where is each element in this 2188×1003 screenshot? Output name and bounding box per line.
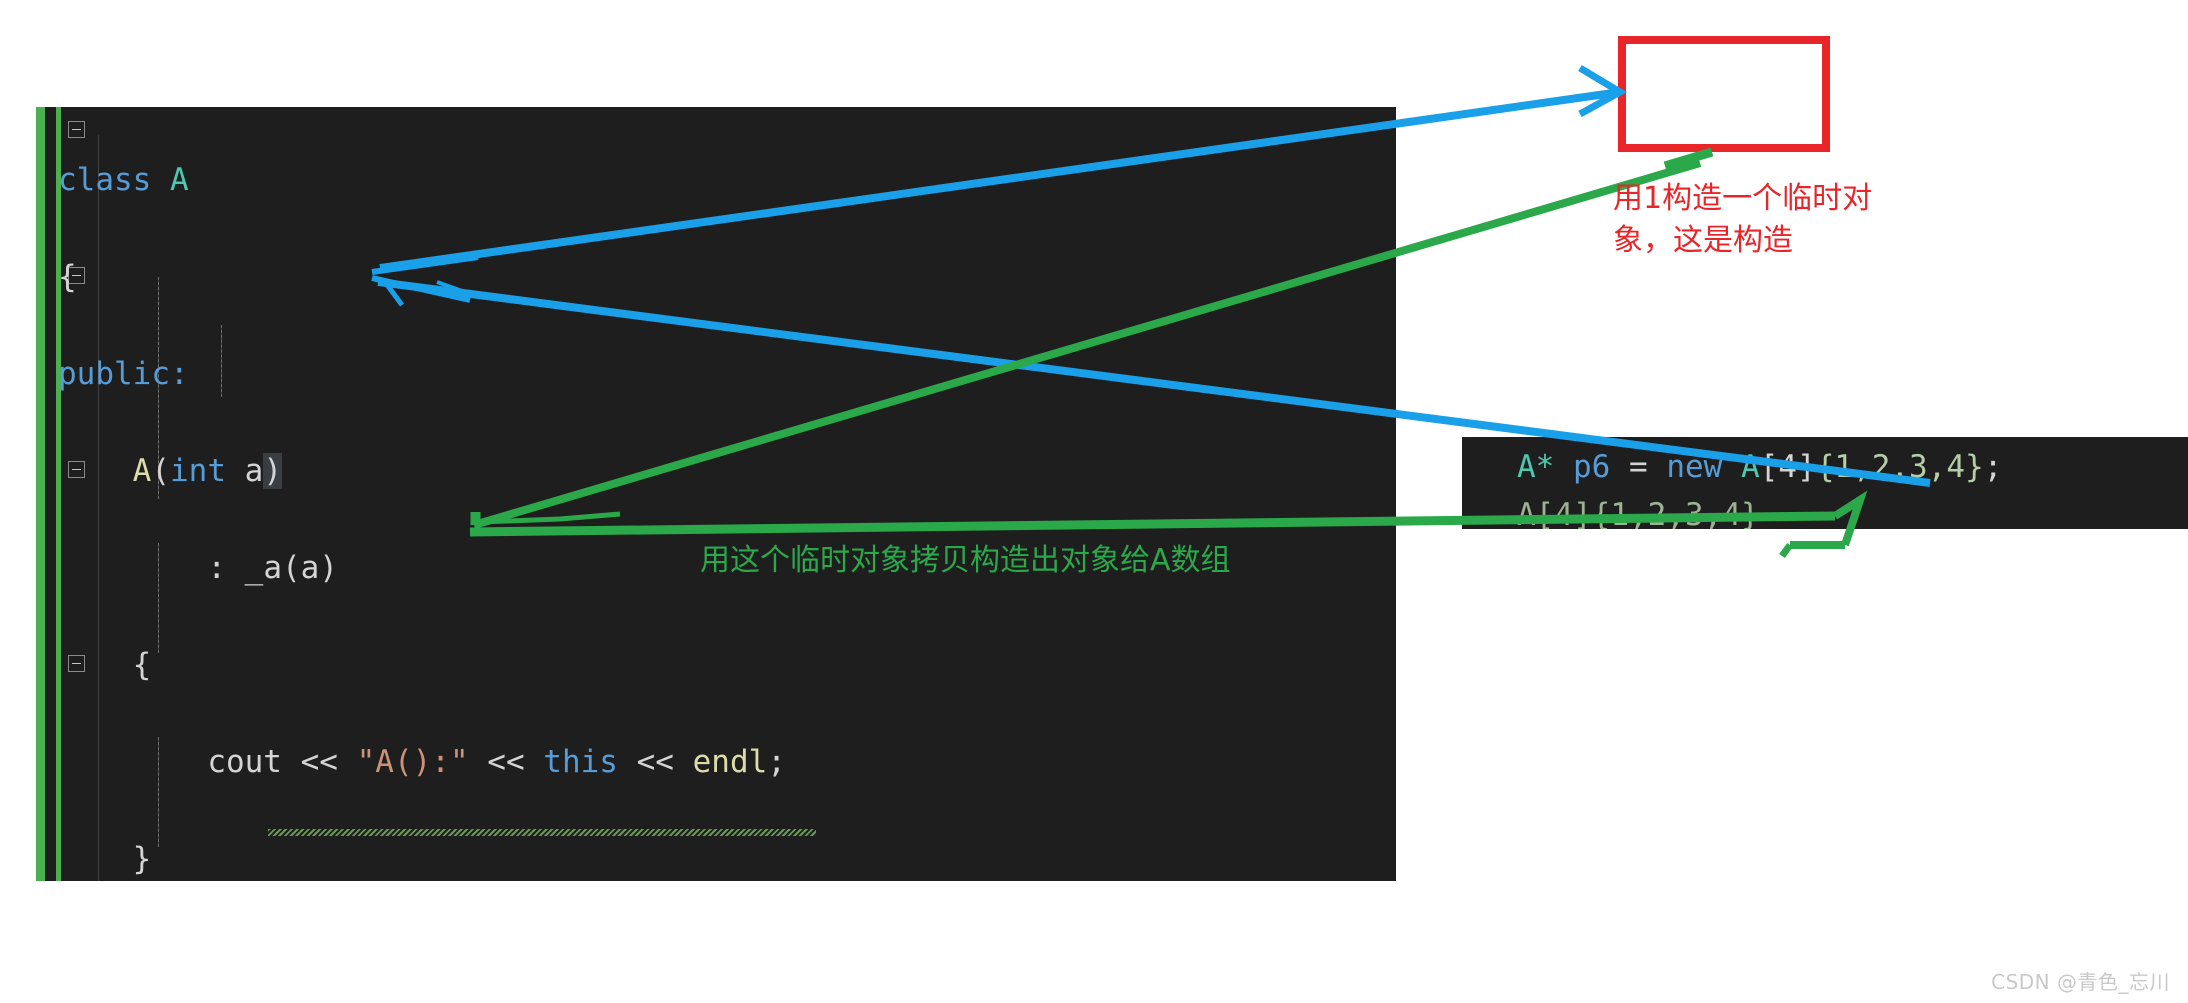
snippet-ghost-line: A[4]{1,2,3,4} xyxy=(1517,497,1760,529)
code-editor-panel[interactable]: class A { public: A(int a) : _a(a) { cou… xyxy=(36,107,1396,881)
snippet-semicolon: ; xyxy=(1983,449,2003,485)
snippet-var-p6: p6 xyxy=(1573,449,1611,485)
error-squiggle xyxy=(268,829,816,836)
string-a-ctor: "A():" xyxy=(356,743,469,780)
brace-open-ctor: { xyxy=(132,646,152,683)
green-annotation-text: 用这个临时对象拷贝构造出对象给A数组 xyxy=(700,543,1231,578)
code-line-7[interactable]: cout << "A():" << this << endl; xyxy=(58,738,973,787)
snippet-keyword-new: new xyxy=(1666,449,1723,485)
csdn-watermark: CSDN @青色_忘川 xyxy=(1991,970,2170,994)
code-line-4[interactable]: A(int a) xyxy=(58,447,973,496)
paren-close-ctor-selected: ) xyxy=(263,452,283,489)
snippet-type-A: A xyxy=(1517,449,1536,485)
code-line-1[interactable]: class A xyxy=(58,156,973,205)
code-snippet-panel[interactable]: A* p6 = new A[4]{1,2,3,4}; A[4]{1,2,3,4} xyxy=(1462,437,2188,529)
snippet-equals: = xyxy=(1629,449,1648,485)
code-line-3[interactable]: public: xyxy=(58,350,973,399)
snippet-new-type-A: A xyxy=(1741,449,1760,485)
param-a: a xyxy=(244,452,264,489)
red-highlight-box xyxy=(1618,36,1830,152)
code-line-2[interactable]: { xyxy=(58,253,973,302)
source-code[interactable]: class A { public: A(int a) : _a(a) { cou… xyxy=(58,107,973,881)
ctor-name: A xyxy=(132,452,152,489)
semicolon-1: ; xyxy=(767,743,786,780)
keyword-this-1: this xyxy=(543,743,618,780)
code-line-6[interactable]: { xyxy=(58,641,973,690)
snippet-pointer-star: * xyxy=(1535,449,1555,485)
git-change-bar xyxy=(36,107,45,881)
code-line-8[interactable]: } xyxy=(58,835,973,882)
shift-op-2: << xyxy=(487,743,525,780)
init-list-colon: : xyxy=(207,549,226,586)
brace-close-ctor: } xyxy=(132,840,152,877)
class-name-A: A xyxy=(170,161,189,198)
snippet-array-bracket: [4] xyxy=(1759,449,1816,485)
shift-op-3: << xyxy=(636,743,674,780)
red-annotation-text: 用1构造一个临时对 象，这是构造 xyxy=(1613,181,1873,258)
brace-open-class: { xyxy=(58,258,77,295)
shift-op-1: << xyxy=(300,743,338,780)
snippet-line[interactable]: A* p6 = new A[4]{1,2,3,4}; xyxy=(1517,443,2002,491)
paren-open-ctor: ( xyxy=(151,452,170,489)
keyword-class: class xyxy=(58,161,152,198)
cout-ctor: cout xyxy=(207,743,282,780)
keyword-int: int xyxy=(170,452,226,489)
snippet-init-list: {1,2,3,4} xyxy=(1815,449,1984,485)
green-tick-under-box xyxy=(1663,147,1714,171)
keyword-public: public: xyxy=(58,355,189,392)
member-initializer: _a(a) xyxy=(244,549,338,586)
endl-1: endl xyxy=(692,743,768,780)
